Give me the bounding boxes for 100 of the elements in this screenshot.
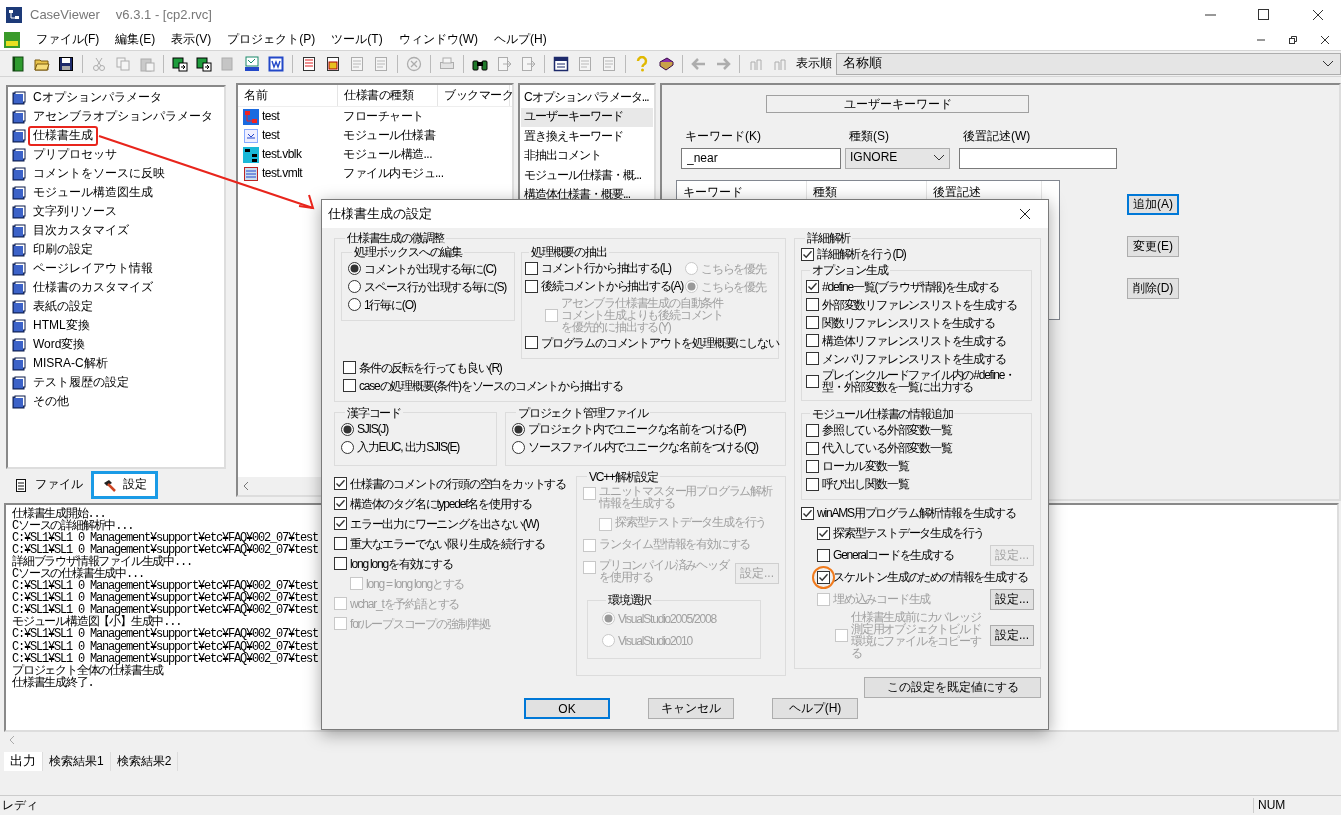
column-header[interactable]: 仕様書の種類 — [338, 85, 438, 106]
web-page-icon[interactable] — [244, 55, 260, 72]
tree-item[interactable]: Word変換 — [31, 337, 88, 353]
file-name[interactable]: test.vmlt — [259, 165, 343, 182]
menu-item[interactable]: ウィンドウ(W) — [398, 32, 478, 48]
checkbox[interactable]: 外部変数リファレンスリストを生成する — [806, 295, 1027, 314]
column-header[interactable]: ブックマーク — [438, 85, 510, 106]
checkbox[interactable]: 関数リファレンスリストを生成する — [806, 313, 1027, 332]
dialog-button[interactable]: ヘルプ(H) — [772, 698, 858, 719]
radio-button[interactable]: プロジェクト内でユニークな名前をつける(P) — [512, 420, 779, 439]
output-tab[interactable]: 検索結果2 — [110, 752, 179, 771]
checkbox[interactable]: 参照している外部変数一覧 — [806, 421, 1027, 440]
scroll-left-icon[interactable] — [242, 481, 250, 491]
checkbox[interactable]: 代入している外部変数一覧 — [806, 439, 1027, 458]
action-button[interactable]: 追加(A) — [1127, 194, 1179, 215]
panel-tab[interactable]: 設定 — [91, 471, 158, 499]
file-name[interactable]: test — [259, 127, 343, 144]
action-button[interactable]: 削除(D) — [1127, 278, 1179, 299]
empty-box-icon — [817, 549, 830, 563]
list-item[interactable]: 非抽出コメント — [521, 146, 653, 166]
tree-item[interactable]: Cオプションパラメータ — [31, 90, 164, 106]
scroll-left-icon[interactable] — [8, 735, 16, 746]
tree-item[interactable]: 仕様書のカスタマイズ — [31, 280, 155, 296]
checkbox[interactable]: winAMS用プログラム解析情報を生成する — [801, 504, 1034, 523]
menu-item[interactable]: 編集(E) — [115, 32, 156, 48]
tree-item[interactable]: 仕様書生成 — [28, 126, 98, 146]
chip-arrow-icon[interactable] — [196, 55, 212, 72]
list-item[interactable]: Cオプションパラメータ... — [521, 88, 653, 108]
dialog-button[interactable]: キャンセル — [648, 698, 734, 719]
checkbox[interactable]: 構造体リファレンスリストを生成する — [806, 331, 1027, 350]
checkbox[interactable]: 構造体のタグ名にtypedef名を使用する — [334, 493, 568, 514]
framed-page-icon[interactable] — [268, 55, 284, 72]
tree-item[interactable]: MISRA-C解析 — [31, 356, 110, 372]
chip-arrow-icon[interactable] — [172, 55, 188, 72]
checkbox[interactable]: 詳細解析を行う(D) — [801, 245, 1034, 264]
list-item[interactable]: モジュール仕様書・概... — [521, 166, 653, 186]
checkbox[interactable]: 探索型テストデータ生成を行う — [817, 524, 1034, 542]
tree-item[interactable]: ページレイアウト情報 — [31, 261, 155, 277]
radio-button[interactable]: 入力EUC, 出力SJIS(E) — [341, 438, 490, 457]
checkbox[interactable]: プレインクルードファイル内の#define・型・外部変数を一覧に出力する — [806, 367, 1027, 394]
tree-item[interactable]: コメントをソースに反映 — [31, 166, 167, 182]
checkbox[interactable]: メンバリファレンスリストを生成する — [806, 349, 1027, 368]
radio-button[interactable]: コメントが出現する毎に(C) — [348, 259, 508, 278]
tree-item[interactable]: 印刷の設定 — [31, 242, 95, 258]
menu-item[interactable]: プロジェクト(P) — [227, 32, 316, 48]
menu-item[interactable]: 表示(V) — [171, 32, 212, 48]
tree-item[interactable]: 文字列リソース — [31, 204, 119, 220]
output-tab[interactable]: 出力 — [4, 752, 43, 771]
checkbox[interactable]: 呼び出し関数一覧 — [806, 475, 1027, 494]
log-line: C:¥SL1¥SL1 0 Management¥support¥etc¥FAQ¥002_07¥test — [12, 652, 319, 665]
file-name[interactable]: test — [259, 108, 343, 125]
window-icon[interactable] — [553, 55, 569, 72]
checkbox[interactable]: #define一覧(ブラウザ情報)を生成する — [806, 277, 1027, 296]
stacked-pages-icon[interactable] — [325, 55, 341, 72]
output-tab[interactable]: 検索結果1 — [43, 752, 111, 771]
dialog-button[interactable]: OK — [524, 698, 610, 719]
type-dropdown[interactable]: IGNORE — [845, 147, 950, 169]
tree-item[interactable]: HTML変換 — [31, 318, 92, 334]
hammer-icon — [102, 477, 117, 493]
radio-button[interactable]: スペース行が出現する毎に(S) — [348, 277, 508, 296]
checkbox[interactable]: Generalコードを生成する — [817, 546, 986, 564]
checkbox[interactable]: コメント行から抽出する(L) — [525, 259, 685, 278]
column-header[interactable]: 名前 — [238, 85, 338, 106]
checked-box-icon — [334, 517, 347, 531]
help-icon[interactable] — [634, 55, 650, 72]
checkbox[interactable]: 後続コメントから抽出する(A) — [525, 277, 685, 296]
checkbox[interactable]: スケルトン生成のための情報を生成する — [812, 565, 1034, 589]
radio-button[interactable]: ソースファイル内でユニークな名前をつける(Q) — [512, 438, 779, 457]
menu-item[interactable]: ツール(T) — [331, 32, 383, 48]
menu-item[interactable]: ヘルプ(H) — [494, 32, 547, 48]
keyword-field[interactable]: _near — [681, 147, 841, 169]
list-item[interactable]: ユーザーキーワード — [521, 107, 653, 127]
checkbox[interactable]: long longを有効にする — [334, 553, 568, 574]
list-item[interactable]: 置き換えキーワード — [521, 127, 653, 147]
action-button[interactable]: 変更(E) — [1127, 236, 1179, 257]
tree-item[interactable]: アセンブラオプションパラメータ — [31, 109, 215, 125]
checkbox[interactable]: 重大なエラーでない限り生成を続行する — [334, 533, 568, 554]
checkbox[interactable]: プログラムのコメントアウトを処理概要にしない — [525, 333, 778, 352]
checkbox[interactable]: エラー出力にワーニングを出さない(W) — [334, 513, 568, 534]
checkbox[interactable]: 条件の反転を行っても良い(R) — [343, 358, 779, 377]
menu-item[interactable]: ファイル(F) — [36, 32, 100, 48]
tree-item[interactable]: テスト履歴の設定 — [31, 375, 131, 391]
tree-item[interactable]: その他 — [31, 394, 71, 410]
tree-item[interactable]: 表紙の設定 — [31, 299, 95, 315]
empty-box-icon — [806, 352, 819, 366]
file-name[interactable]: test.vblk — [259, 146, 343, 163]
tree-item[interactable]: 目次カスタマイズ — [31, 223, 131, 239]
tree-item[interactable]: プリプロセッサ — [31, 147, 119, 163]
sort-dropdown[interactable]: 名称順 — [836, 52, 1341, 75]
checkbox[interactable]: ローカル変数一覧 — [806, 457, 1027, 476]
panel-tab[interactable]: ファイル — [6, 471, 91, 499]
radio-button[interactable]: 1行毎に(O) — [348, 295, 508, 314]
radio-button[interactable]: SJIS(J) — [341, 420, 490, 439]
checklist-icon[interactable] — [301, 55, 317, 72]
checkbox[interactable]: caseの処理概要(条件)をソースのコメントから抽出する — [343, 376, 779, 395]
checkbox[interactable]: 仕様書のコメントの行頭の空白をカットする — [334, 473, 568, 494]
default-settings-button[interactable]: この設定を既定値にする — [864, 677, 1041, 698]
empty-radio-icon — [602, 634, 615, 648]
tree-item[interactable]: モジュール構造図生成 — [31, 185, 155, 201]
suffix-field[interactable] — [959, 147, 1117, 169]
